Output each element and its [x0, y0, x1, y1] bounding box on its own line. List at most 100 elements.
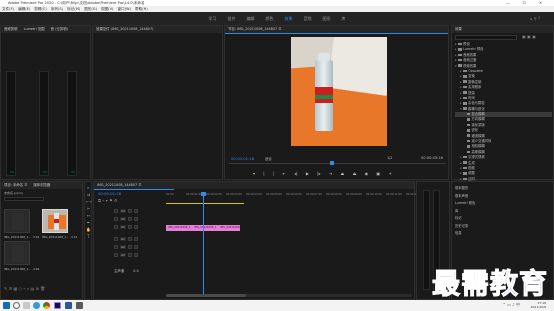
timeline-option-icons[interactable]: ⧉ ⌁ ▾ ⚑ ⚙: [98, 198, 118, 203]
track-label[interactable]: A3: [120, 253, 126, 257]
effects-search-input[interactable]: [455, 35, 517, 40]
step-back-frame-icon[interactable]: ◂|: [294, 171, 297, 176]
chevron-right-icon[interactable]: ▸: [460, 96, 462, 100]
panel-list-item[interactable]: 信息: [455, 230, 475, 238]
word-icon[interactable]: [65, 302, 72, 309]
clip-thumbnail[interactable]: [42, 209, 68, 233]
button-editor-icon[interactable]: +: [388, 171, 391, 176]
chevron-right-icon[interactable]: ▸: [460, 80, 462, 84]
windows-start-icon[interactable]: [3, 302, 10, 309]
track-label[interactable]: V3: [120, 209, 126, 213]
track-lock-button[interactable]: [128, 209, 132, 213]
browser-icon[interactable]: [33, 302, 40, 309]
clip-thumbnail[interactable]: [4, 241, 30, 265]
fit-dropdown[interactable]: 适合: [265, 156, 272, 161]
effects-filter-icons[interactable]: ▣ ▣ ▣: [522, 34, 536, 39]
razor-tool-icon[interactable]: ✂: [86, 206, 91, 211]
track-eye-button[interactable]: [134, 217, 138, 221]
chevron-right-icon[interactable]: ▸: [460, 155, 462, 159]
tab-source[interactable]: 音 (无剪辑): [51, 27, 68, 31]
track-label[interactable]: V2: [120, 217, 126, 221]
chevron-right-icon[interactable]: ▸: [460, 101, 462, 105]
menu-item[interactable]: 编辑(E): [18, 7, 30, 11]
playhead-marker[interactable]: [330, 161, 334, 165]
track-target-button[interactable]: [114, 245, 118, 249]
track-target-button[interactable]: [114, 209, 118, 213]
work-area-bar[interactable]: [166, 203, 244, 204]
mark-out-icon[interactable]: |: [263, 171, 264, 176]
playhead-bar[interactable]: [229, 163, 446, 164]
chrome-icon[interactable]: [43, 302, 50, 309]
track-lock-button[interactable]: [128, 237, 132, 241]
chevron-right-icon[interactable]: ▸: [455, 47, 457, 51]
type-tool-icon[interactable]: T: [86, 234, 91, 239]
track-label[interactable]: A1: [120, 237, 126, 241]
workspace-tab[interactable]: 效果: [285, 16, 293, 22]
menu-item[interactable]: 帮助(H): [135, 7, 148, 11]
step-back-icon[interactable]: ⇤: [283, 171, 286, 176]
hand-tool-icon[interactable]: ✋: [86, 227, 91, 232]
project-search-input[interactable]: [4, 197, 44, 201]
workspace-tab[interactable]: 库: [342, 16, 346, 22]
track-select-tool-icon[interactable]: ⇉: [86, 192, 91, 197]
menu-item[interactable]: 窗口(W): [117, 7, 131, 11]
panel-list-item[interactable]: 基本图形: [455, 185, 475, 193]
step-forward-frame-icon[interactable]: |▸: [317, 171, 320, 176]
workspace-tab[interactable]: 编辑: [247, 16, 255, 22]
menu-item[interactable]: 视图(V): [101, 7, 113, 11]
go-to-out-icon[interactable]: ⇥: [329, 171, 332, 176]
track-lock-button[interactable]: [128, 253, 132, 257]
track-eye-button[interactable]: [134, 209, 138, 213]
go-to-in-icon[interactable]: |: [273, 171, 274, 176]
tab-lumetri-scopes[interactable]: Lumetri 范围: [24, 27, 45, 31]
menu-item[interactable]: 标记(M): [67, 7, 80, 11]
lift-icon[interactable]: ⏏: [341, 171, 345, 176]
panel-list-item[interactable]: 历史记录: [455, 223, 475, 231]
chevron-right-icon[interactable]: ▸: [455, 42, 457, 46]
effects-panel-tab[interactable]: 效果: [452, 26, 553, 33]
track-target-button[interactable]: [114, 225, 118, 229]
chevron-right-icon[interactable]: ▸: [460, 166, 462, 170]
workspace-tab[interactable]: 学习: [209, 16, 217, 22]
tab-project[interactable]: 项目: 未命名 ☰: [4, 183, 27, 187]
menu-item[interactable]: 剪辑(C): [34, 7, 47, 11]
timeline-clip[interactable]: IMG_20211008_14: [218, 224, 240, 231]
panel-list-item[interactable]: 基本声音: [455, 193, 475, 201]
clock[interactable]: 17:18 2021/10/8: [531, 301, 546, 309]
track-eye-button[interactable]: [134, 237, 138, 241]
track-lock-button[interactable]: [128, 225, 132, 229]
track-target-button[interactable]: [114, 217, 118, 221]
menu-item[interactable]: 文件(F): [2, 7, 14, 11]
panel-list-item[interactable]: 标记: [455, 215, 475, 223]
scale-dropdown[interactable]: 1/2: [387, 156, 392, 160]
chevron-right-icon[interactable]: ▸: [460, 171, 462, 175]
tray-icons[interactable]: ⌃ ▭ ♪ 中: [503, 302, 521, 308]
extract-icon[interactable]: ⏏: [353, 171, 357, 176]
slip-tool-icon[interactable]: ↔: [86, 213, 91, 218]
track-label[interactable]: V1: [120, 225, 126, 229]
chevron-right-icon[interactable]: ▸: [460, 69, 462, 73]
chevron-down-icon[interactable]: ▾: [455, 64, 457, 68]
timeline-tab[interactable]: IMG_20211008_144807 ☰: [94, 182, 414, 189]
panel-list-item[interactable]: Lumetri 颜色: [455, 200, 475, 208]
tab-media-browser[interactable]: 媒体浏览器: [33, 183, 50, 187]
timeline-scrollbar[interactable]: [166, 294, 412, 297]
track-target-button[interactable]: [114, 237, 118, 241]
workspace-tab[interactable]: 音频: [304, 16, 312, 22]
track-lock-button[interactable]: [128, 217, 132, 221]
track-eye-button[interactable]: [134, 253, 138, 257]
playhead-line[interactable]: [203, 193, 204, 297]
chevron-right-icon[interactable]: ▸: [460, 91, 462, 95]
workspace-tab[interactable]: 颜色: [266, 16, 274, 22]
mark-in-icon[interactable]: ▾: [253, 171, 255, 176]
track-lock-button[interactable]: [128, 245, 132, 249]
clip-thumbnail[interactable]: [4, 209, 30, 233]
workspace-icons[interactable]: ⌂ ⚲ ?: [530, 16, 540, 21]
premiere-taskbar-icon[interactable]: [54, 302, 61, 309]
chevron-right-icon[interactable]: ▸: [460, 85, 462, 89]
program-monitor-tab[interactable]: 节目: IMG_20211008_144807 ☰: [225, 26, 448, 33]
timeline-clip[interactable]: IMG_20211008_1: [166, 224, 192, 231]
track-eye-button[interactable]: [134, 245, 138, 249]
export-frame-icon[interactable]: ◉: [365, 171, 369, 176]
program-timecode-left[interactable]: 00:00:01:18: [231, 156, 254, 161]
